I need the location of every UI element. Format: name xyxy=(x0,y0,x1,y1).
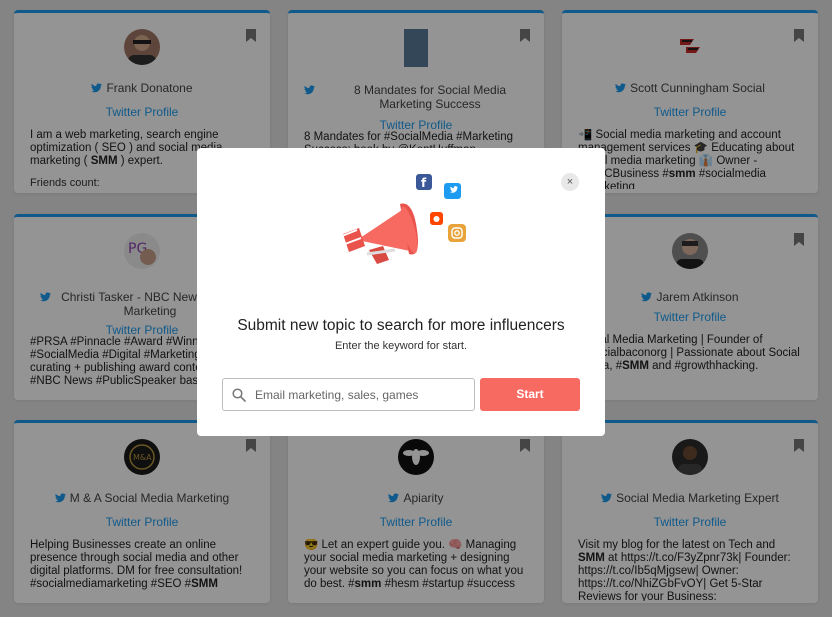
instagram-icon xyxy=(448,224,466,242)
start-button[interactable]: Start xyxy=(480,378,580,411)
svg-text:f: f xyxy=(421,176,427,190)
submit-topic-modal: × f Submit new topic to search for more … xyxy=(197,148,605,436)
close-icon[interactable]: × xyxy=(561,173,579,191)
keyword-search-box[interactable] xyxy=(222,378,475,411)
megaphone-illustration: f xyxy=(341,174,466,264)
modal-title: Submit new topic to search for more infl… xyxy=(237,317,565,334)
keyword-input[interactable] xyxy=(255,379,470,410)
modal-subtitle: Enter the keyword for start. xyxy=(334,340,468,352)
search-icon xyxy=(232,388,246,402)
